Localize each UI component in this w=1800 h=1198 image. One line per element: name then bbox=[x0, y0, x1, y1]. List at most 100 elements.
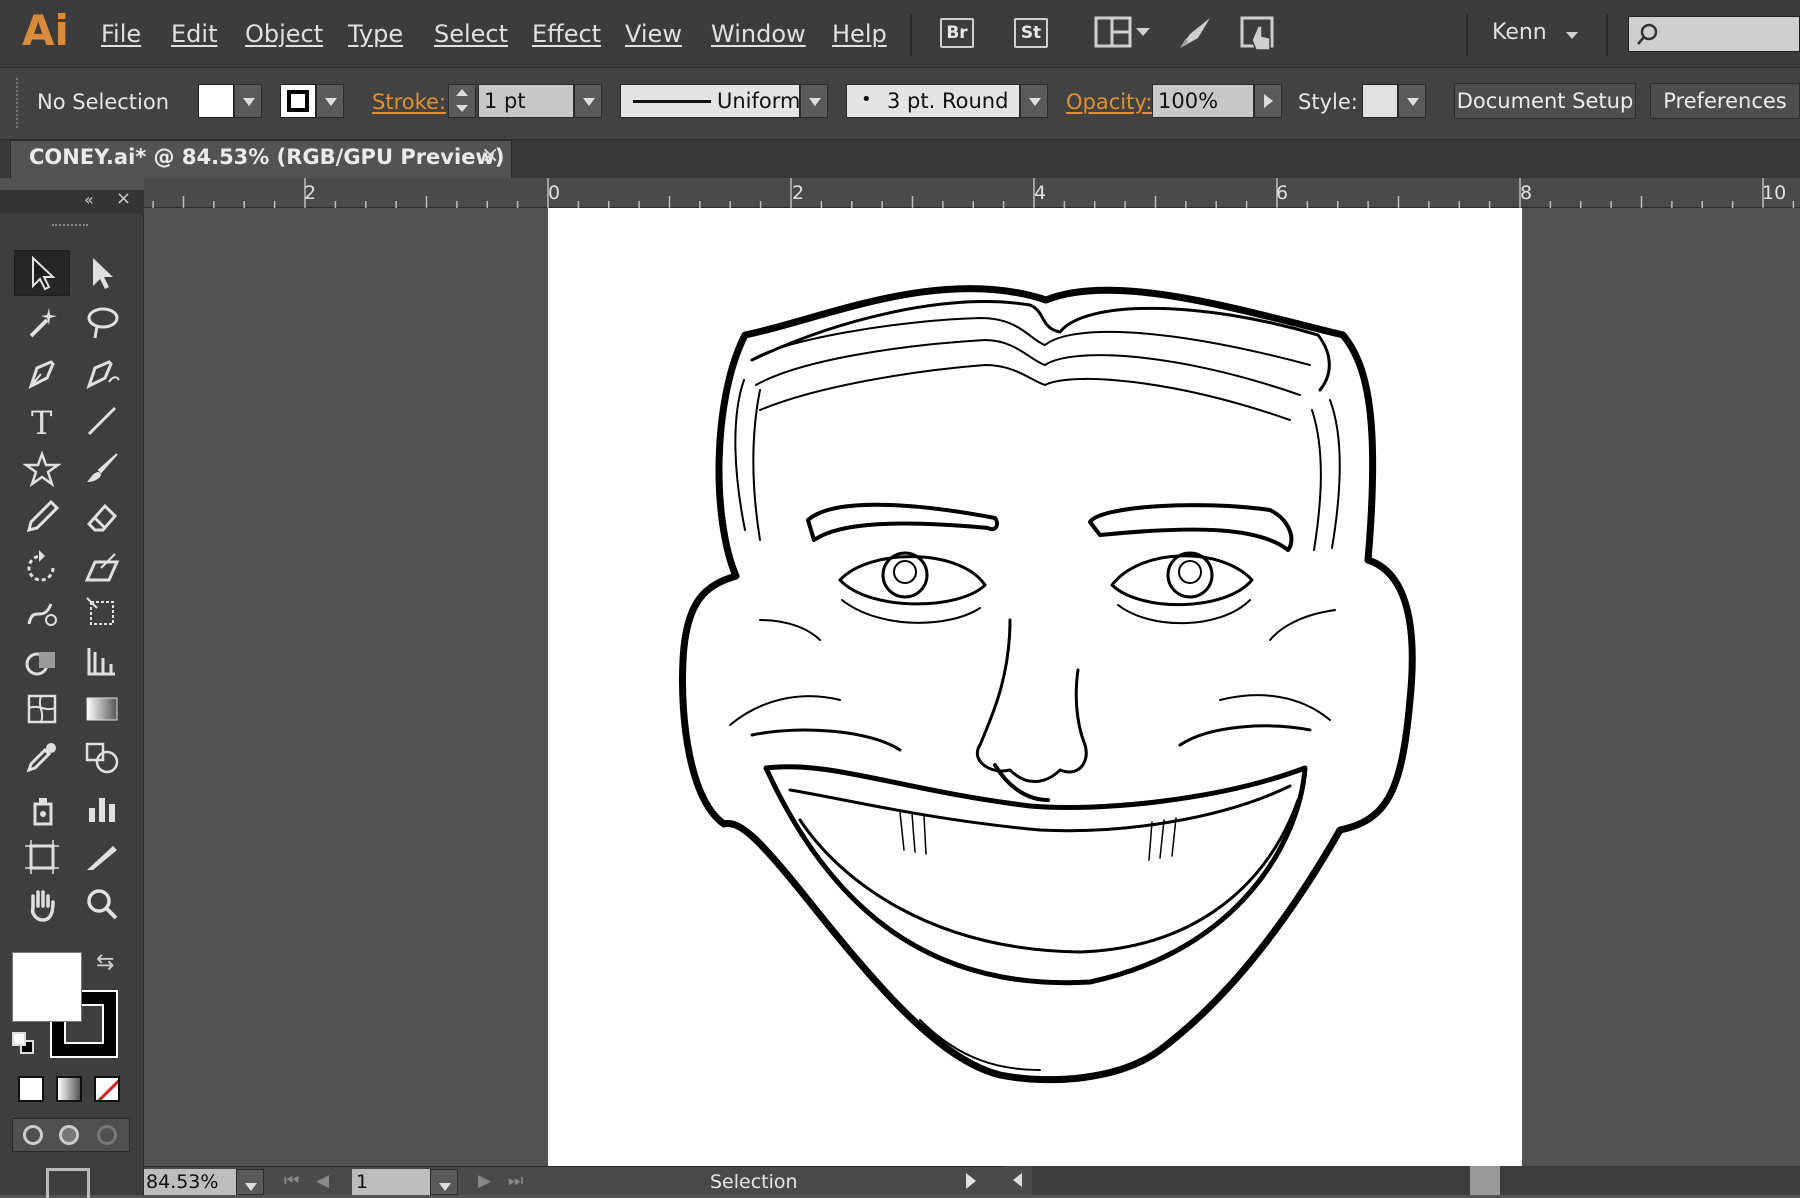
bridge-button[interactable]: Br bbox=[940, 18, 974, 48]
artboard-dropdown[interactable] bbox=[430, 1169, 458, 1195]
stock-button[interactable]: St bbox=[1014, 18, 1048, 48]
menu-view[interactable]: View bbox=[625, 20, 682, 48]
zoom-tool[interactable] bbox=[74, 882, 130, 928]
free-transform-tool[interactable] bbox=[74, 590, 130, 636]
menu-type[interactable]: Type bbox=[348, 20, 403, 48]
opacity-label[interactable]: Opacity: bbox=[1066, 90, 1152, 114]
menu-effect[interactable]: Effect bbox=[532, 20, 601, 48]
pencil-icon bbox=[26, 499, 60, 533]
user-name[interactable]: Kenn bbox=[1492, 20, 1547, 45]
slice-tool[interactable] bbox=[74, 834, 130, 880]
horizontal-scrollbar[interactable] bbox=[1006, 1166, 1800, 1195]
scroll-thumb[interactable] bbox=[1470, 1166, 1500, 1195]
next-artboard-icon[interactable]: ▶ bbox=[478, 1171, 491, 1191]
gradient-mode-button[interactable] bbox=[56, 1076, 82, 1102]
artboard-number-input[interactable]: 1 bbox=[352, 1169, 430, 1195]
blend-tool[interactable] bbox=[74, 734, 130, 780]
control-bar-grip[interactable] bbox=[16, 78, 20, 128]
type-tool[interactable]: T bbox=[14, 398, 70, 444]
symbol-sprayer-tool[interactable] bbox=[14, 786, 70, 832]
draw-behind-icon[interactable] bbox=[59, 1125, 79, 1145]
eraser-tool[interactable] bbox=[74, 494, 130, 540]
menu-window[interactable]: Window bbox=[711, 20, 806, 48]
touch-workspace-button[interactable] bbox=[1240, 14, 1282, 52]
gradient-tool[interactable] bbox=[74, 686, 130, 732]
menu-object[interactable]: Object bbox=[245, 20, 323, 48]
artboard-tool[interactable] bbox=[14, 834, 70, 880]
pen-tool[interactable] bbox=[14, 350, 70, 396]
curvature-tool[interactable] bbox=[74, 350, 130, 396]
brush-definition[interactable]: • 3 pt. Round bbox=[846, 84, 1020, 118]
swap-colors-icon[interactable]: ⇆ bbox=[96, 950, 114, 975]
line-segment-tool[interactable] bbox=[74, 398, 130, 444]
hand-tool[interactable] bbox=[14, 882, 70, 928]
pencil-tool[interactable] bbox=[14, 494, 70, 540]
variable-width-profile[interactable]: Uniform bbox=[620, 84, 800, 118]
screen-mode-icon[interactable] bbox=[46, 1168, 90, 1198]
zoom-level-input[interactable]: 84.53% bbox=[144, 1169, 236, 1195]
svg-text:T: T bbox=[31, 404, 53, 440]
user-menu-chevron-icon[interactable] bbox=[1566, 32, 1578, 39]
previous-artboard-icon[interactable]: ◀ bbox=[316, 1171, 329, 1191]
menu-help[interactable]: Help bbox=[832, 20, 887, 48]
stroke-weight-input[interactable]: 1 pt bbox=[478, 84, 574, 118]
tools-panel-grip[interactable] bbox=[52, 224, 88, 228]
star-tool[interactable] bbox=[14, 446, 70, 492]
graphic-style-swatch[interactable] bbox=[1362, 84, 1398, 118]
stroke-label[interactable]: Stroke: bbox=[372, 90, 446, 114]
menu-file[interactable]: File bbox=[101, 20, 141, 48]
arrange-documents-icon bbox=[1094, 16, 1150, 48]
lasso-tool[interactable] bbox=[74, 300, 130, 346]
menu-edit[interactable]: Edit bbox=[171, 20, 217, 48]
scale-tool[interactable] bbox=[74, 544, 130, 590]
fill-dropdown[interactable] bbox=[234, 84, 262, 118]
scroll-left-button[interactable] bbox=[1006, 1166, 1032, 1195]
color-mode-button[interactable] bbox=[18, 1076, 44, 1102]
first-artboard-icon[interactable]: ⏮ bbox=[284, 1171, 299, 1191]
document-tab[interactable]: CONEY.ai* @ 84.53% (RGB/GPU Preview) × bbox=[10, 140, 512, 178]
mesh-tool[interactable] bbox=[14, 686, 70, 732]
help-search-input[interactable] bbox=[1628, 16, 1800, 52]
coney-face-artwork[interactable] bbox=[548, 208, 1522, 1166]
perspective-grid-tool[interactable] bbox=[74, 638, 130, 684]
rotate-tool[interactable] bbox=[14, 544, 70, 590]
brush-dropdown[interactable] bbox=[1020, 84, 1048, 118]
stroke-weight-stepper[interactable] bbox=[448, 84, 476, 118]
preferences-button[interactable]: Preferences bbox=[1650, 83, 1800, 119]
graphic-style-dropdown[interactable] bbox=[1398, 84, 1426, 118]
stroke-swatch[interactable] bbox=[280, 84, 316, 118]
draw-normal-icon[interactable] bbox=[23, 1125, 43, 1145]
draw-inside-icon[interactable] bbox=[97, 1125, 117, 1145]
collapse-panel-icon[interactable]: « bbox=[84, 190, 94, 209]
opacity-slider-button[interactable] bbox=[1254, 84, 1282, 118]
status-menu-arrow-icon[interactable] bbox=[966, 1173, 976, 1189]
selection-tool[interactable] bbox=[14, 250, 70, 296]
gpu-performance-button[interactable] bbox=[1176, 14, 1216, 52]
fill-color-box[interactable] bbox=[12, 952, 82, 1022]
arrange-documents-button[interactable] bbox=[1094, 16, 1154, 50]
menu-select[interactable]: Select bbox=[434, 20, 508, 48]
last-artboard-icon[interactable]: ⏭ bbox=[508, 1171, 523, 1191]
eyedropper-tool[interactable] bbox=[14, 734, 70, 780]
stroke-weight-dropdown[interactable] bbox=[574, 84, 602, 118]
document-setup-button[interactable]: Document Setup bbox=[1454, 83, 1636, 119]
stroke-dropdown[interactable] bbox=[316, 84, 344, 118]
warp-tool[interactable] bbox=[14, 590, 70, 636]
warp-icon bbox=[27, 603, 57, 626]
tools-panel-header[interactable]: « × bbox=[0, 188, 144, 214]
shape-builder-tool[interactable] bbox=[14, 638, 70, 684]
fill-swatch[interactable] bbox=[198, 84, 234, 118]
default-colors-icon[interactable] bbox=[12, 1032, 36, 1056]
magic-wand-tool[interactable] bbox=[14, 300, 70, 346]
column-graph-tool[interactable] bbox=[74, 786, 130, 832]
zoom-dropdown[interactable] bbox=[236, 1169, 264, 1195]
profile-dropdown[interactable] bbox=[800, 84, 828, 118]
horizontal-ruler[interactable]: 2 0 2 4 6 8 10 bbox=[144, 178, 1800, 208]
artboard[interactable] bbox=[548, 208, 1522, 1166]
close-tab-icon[interactable]: × bbox=[481, 143, 499, 168]
none-mode-button[interactable] bbox=[94, 1076, 120, 1102]
opacity-input[interactable]: 100% bbox=[1152, 84, 1254, 118]
direct-selection-tool[interactable] bbox=[74, 250, 130, 296]
paintbrush-tool[interactable] bbox=[74, 446, 130, 492]
close-panel-icon[interactable]: × bbox=[116, 188, 131, 209]
